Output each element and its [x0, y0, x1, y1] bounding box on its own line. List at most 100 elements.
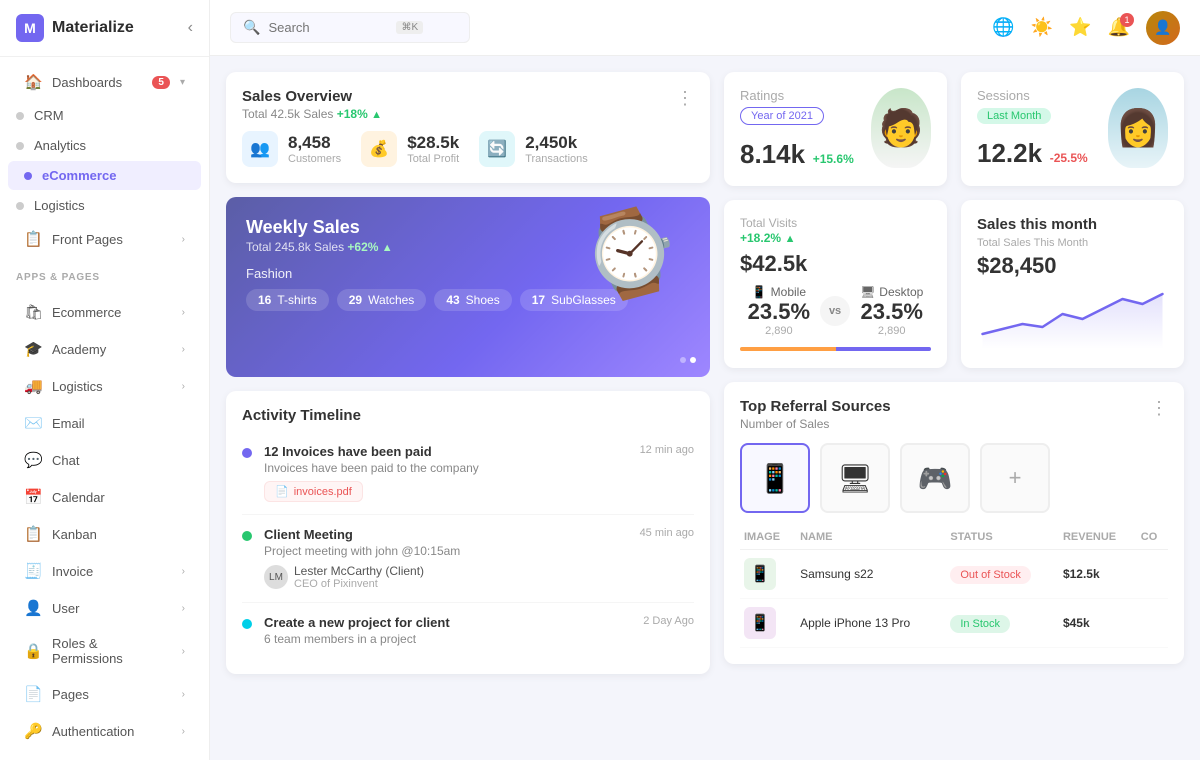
sidebar-item-academy[interactable]: 🎓 Academy › — [8, 331, 201, 367]
status-badge-in: In Stock — [950, 615, 1010, 633]
author-name: Lester McCarthy (Client) — [294, 564, 424, 578]
ecommerce-label: eCommerce — [42, 168, 116, 183]
sessions-card: Sessions Last Month 12.2k -25.5% 👩 — [961, 72, 1184, 186]
chevron-right-icon: › — [182, 381, 185, 392]
ecommerce-app-label: Ecommerce — [52, 305, 172, 320]
product-revenue-cell-2: $45k — [1059, 599, 1137, 648]
pages-icon: 📋 — [24, 230, 42, 248]
sidebar-item-calendar[interactable]: 📅 Calendar — [8, 479, 201, 515]
mobile-pct: 23.5% — [748, 299, 810, 325]
shoes-label: Shoes — [466, 293, 500, 307]
sidebar-item-kanban[interactable]: 📋 Kanban — [8, 516, 201, 552]
sidebar-item-pages[interactable]: 📄 Pages › — [8, 676, 201, 712]
customers-value: 8,458 — [288, 133, 341, 153]
timeline-dot-cyan — [242, 619, 252, 629]
sidebar-item-analytics[interactable]: Analytics — [0, 131, 209, 160]
sidebar-collapse-button[interactable]: ‹ — [188, 19, 193, 37]
apps-section: 🛍 Ecommerce › 🎓 Academy › 🚚 Logistics › … — [0, 287, 209, 756]
sidebar: M Materialize ‹ 🏠 Dashboards 5 ▾ CRM Ana… — [0, 0, 210, 760]
notification-badge: 1 — [1120, 13, 1134, 27]
timeline-dot-blue — [242, 448, 252, 458]
sidebar-item-dashboards[interactable]: 🏠 Dashboards 5 ▾ — [8, 64, 201, 100]
ratings-growth: +15.6% — [813, 152, 854, 166]
sales-month-subtitle: Total Sales This Month — [977, 237, 1168, 249]
device-comparison: 📱 Mobile 23.5% 2,890 vs 🖥 Desktop — [740, 285, 931, 337]
chevron-right-icon: › — [182, 726, 185, 737]
chevron-right-icon: › — [182, 689, 185, 700]
main-panel: 🔍 ⌘K 🌐 ☀️ ⭐ 🔔 1 👤 Sales Overview — [210, 0, 1200, 760]
sidebar-item-invoice[interactable]: 🧾 Invoice › — [8, 553, 201, 589]
sidebar-item-front-pages[interactable]: 📋 Front Pages › — [8, 221, 201, 257]
sidebar-item-logistics[interactable]: 🚚 Logistics › — [8, 368, 201, 404]
search-icon: 🔍 — [243, 19, 260, 36]
invoice-label: Invoice — [52, 564, 172, 579]
academy-label: Academy — [52, 342, 172, 357]
notification-icon[interactable]: 🔔 1 — [1108, 17, 1130, 38]
sessions-info: Sessions Last Month 12.2k -25.5% — [977, 88, 1088, 169]
transactions-stat: 🔄 2,450k Transactions — [479, 131, 588, 167]
left-column: Sales Overview Total 42.5k Sales +18% ▲ … — [226, 72, 710, 744]
sessions-avatar: 👩 — [1108, 88, 1168, 168]
ratings-card: Ratings Year of 2021 8.14k +15.6% 🧑 — [724, 72, 947, 186]
sales-growth-badge: +18% — [337, 107, 368, 121]
weekly-tag-tshirts: 16 T-shirts — [246, 289, 329, 311]
col-image: IMAGE — [740, 525, 796, 550]
search-input[interactable] — [268, 20, 388, 35]
auth-icon: 🔑 — [24, 722, 42, 740]
col-revenue: REVENUE — [1059, 525, 1137, 550]
sales-overview-more-icon[interactable]: ⋮ — [676, 88, 694, 109]
product-thumb-imac[interactable]: 🖥 — [820, 443, 890, 513]
sales-overview-header: Sales Overview Total 42.5k Sales +18% ▲ … — [242, 88, 694, 121]
dashboards-section: 🏠 Dashboards 5 ▾ CRM Analytics eCommerce… — [0, 57, 209, 264]
invoice-timeline-desc: Invoices have been paid to the company — [264, 461, 628, 475]
sidebar-item-crm[interactable]: CRM — [0, 101, 209, 130]
referral-more-icon[interactable]: ⋮ — [1150, 398, 1168, 419]
desktop-count: 2,890 — [860, 325, 923, 337]
transactions-info: 2,450k Transactions — [525, 133, 588, 165]
meeting-time: 45 min ago — [640, 527, 694, 590]
transactions-value: 2,450k — [525, 133, 588, 153]
user-avatar[interactable]: 👤 — [1146, 11, 1180, 45]
sidebar-item-user[interactable]: 👤 User › — [8, 590, 201, 626]
product-img-samsung: 📱 — [744, 558, 776, 590]
sidebar-item-ecommerce[interactable]: eCommerce — [8, 161, 201, 190]
kanban-icon: 📋 — [24, 525, 42, 543]
translate-icon[interactable]: 🌐 — [992, 17, 1014, 38]
sidebar-item-ecommerce-app[interactable]: 🛍 Ecommerce › — [8, 294, 201, 330]
product-thumb-controller[interactable]: 🎮 — [900, 443, 970, 513]
product-image-cell: 📱 — [740, 550, 796, 599]
attachment-name: invoices.pdf — [294, 486, 352, 498]
search-bar[interactable]: 🔍 ⌘K — [230, 12, 470, 43]
front-pages-label: Front Pages — [52, 232, 172, 247]
logo-icon: M — [16, 14, 44, 42]
author-role: CEO of Pixinvent — [294, 578, 424, 590]
product-status-cell-2: In Stock — [946, 599, 1059, 648]
topbar-actions: 🌐 ☀️ ⭐ 🔔 1 👤 — [992, 11, 1180, 45]
logistics-label: Logistics — [52, 379, 172, 394]
ratings-avatar: 🧑 — [871, 88, 931, 168]
star-icon[interactable]: ⭐ — [1069, 17, 1091, 38]
weekly-tag-shoes: 43 Shoes — [434, 289, 511, 311]
mobile-count: 2,890 — [748, 325, 810, 337]
product-thumb-add[interactable]: + — [980, 443, 1050, 513]
sidebar-item-logistics-sub[interactable]: Logistics — [0, 191, 209, 220]
meeting-timeline-desc: Project meeting with john @10:15am — [264, 544, 628, 558]
profit-label: Total Profit — [407, 153, 459, 165]
timeline-dot-green — [242, 531, 252, 541]
visits-header: Total Visits +18.2% ▲ — [740, 216, 931, 245]
sidebar-item-roles[interactable]: 🔒 Roles & Permissions › — [8, 627, 201, 675]
settings-icon[interactable]: ☀️ — [1031, 17, 1053, 38]
activity-timeline-card: Activity Timeline 12 Invoices have been … — [226, 391, 710, 674]
product-thumb-samsung[interactable]: 📱 — [740, 443, 810, 513]
vs-badge: vs — [820, 296, 850, 326]
referral-table: IMAGE NAME STATUS REVENUE CO 📱 Sams — [740, 525, 1168, 648]
timeline-content-invoices: 12 Invoices have been paid Invoices have… — [264, 444, 628, 502]
timeline-content-meeting: Client Meeting Project meeting with john… — [264, 527, 628, 590]
visits-title-group: Total Visits +18.2% ▲ — [740, 216, 797, 245]
dot-icon — [16, 142, 24, 150]
sidebar-item-chat[interactable]: 💬 Chat — [8, 442, 201, 478]
invoice-attachment[interactable]: 📄 invoices.pdf — [264, 481, 363, 502]
sidebar-item-email[interactable]: ✉️ Email — [8, 405, 201, 441]
sidebar-item-authentication[interactable]: 🔑 Authentication › — [8, 713, 201, 749]
dot-icon — [24, 172, 32, 180]
